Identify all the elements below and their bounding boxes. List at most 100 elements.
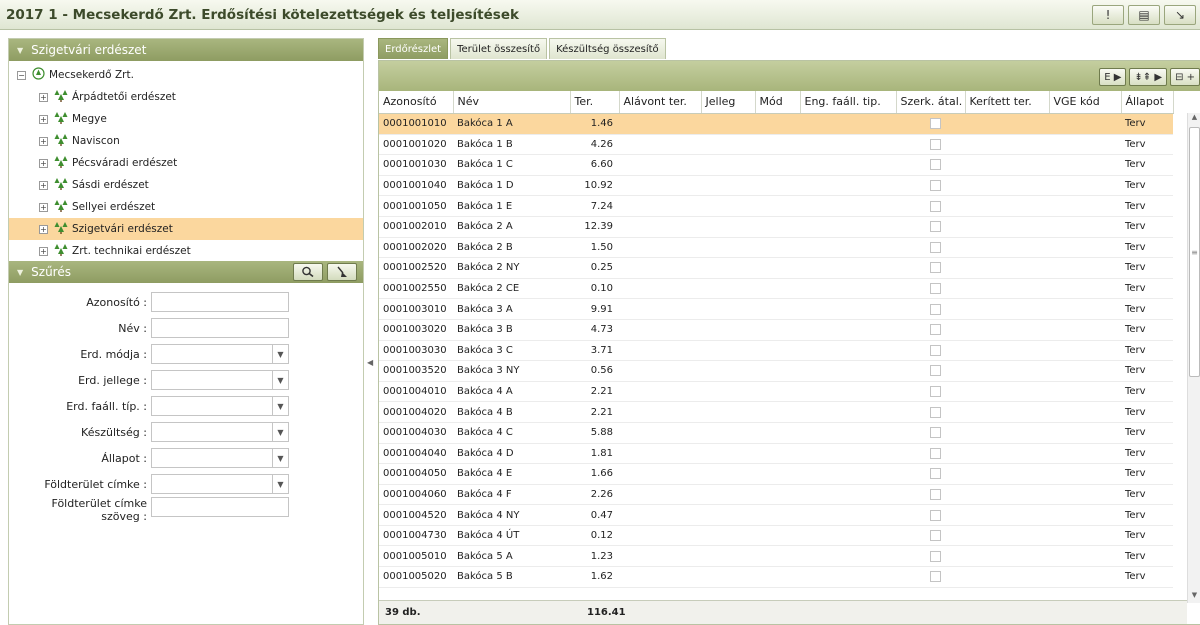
collapse-arrow-icon[interactable]: ▼ — [17, 268, 23, 277]
filter-select[interactable]: ▼ — [151, 422, 289, 442]
table-row[interactable]: 0001004520 Bakóca 4 NY 0.47 Terv — [379, 504, 1173, 526]
table-row[interactable]: 0001002520 Bakóca 2 NY 0.25 Terv — [379, 257, 1173, 279]
tree-panel-header[interactable]: ▼ Szigetvári erdészet — [9, 39, 363, 61]
checkbox[interactable] — [930, 530, 941, 542]
checkbox[interactable] — [930, 344, 941, 356]
filter-select[interactable]: ▼ — [151, 474, 289, 494]
filter-panel-header[interactable]: ▼ Szűrés — [9, 261, 363, 283]
dropdown-arrow-icon[interactable]: ▼ — [272, 475, 288, 493]
column-header[interactable]: Állapot — [1121, 91, 1174, 114]
column-header[interactable]: Név — [453, 91, 571, 114]
table-row[interactable]: 0001003030 Bakóca 3 C 3.71 Terv — [379, 340, 1173, 362]
tree-item[interactable]: + Naviscon — [9, 130, 363, 152]
checkbox[interactable] — [930, 406, 941, 418]
dropdown-arrow-icon[interactable]: ▼ — [272, 371, 288, 389]
checkbox[interactable] — [930, 427, 941, 439]
search-button[interactable] — [293, 263, 323, 281]
filter-select[interactable]: ▼ — [151, 448, 289, 468]
filter-input[interactable] — [151, 292, 289, 312]
table-row[interactable]: 0001002020 Bakóca 2 B 1.50 Terv — [379, 237, 1173, 259]
checkbox[interactable] — [930, 488, 941, 500]
checkbox[interactable] — [930, 509, 941, 521]
checkbox[interactable] — [930, 283, 941, 295]
checkbox[interactable] — [930, 571, 941, 583]
tree-item[interactable]: + Pécsváradi erdészet — [9, 152, 363, 174]
table-row[interactable]: 0001004730 Bakóca 4 ÚT 0.12 Terv — [379, 525, 1173, 547]
checkbox[interactable] — [930, 262, 941, 274]
checkbox[interactable] — [930, 241, 941, 253]
checkbox[interactable] — [930, 303, 941, 315]
clear-filter-button[interactable] — [327, 263, 357, 281]
column-header[interactable]: Kerített ter. — [965, 91, 1050, 114]
filter-input[interactable] — [151, 497, 289, 517]
dropdown-arrow-icon[interactable]: ▼ — [272, 397, 288, 415]
tab[interactable]: Készültség összesítő — [549, 38, 666, 59]
checkbox[interactable] — [930, 365, 941, 377]
column-header[interactable]: Szerk. átal. — [896, 91, 966, 114]
table-row[interactable]: 0001001030 Bakóca 1 C 6.60 Terv — [379, 154, 1173, 176]
column-header[interactable]: Mód — [755, 91, 801, 114]
table-row[interactable]: 0001001010 Bakóca 1 A 1.46 Terv — [379, 113, 1173, 135]
checkbox[interactable] — [930, 324, 941, 336]
checkbox[interactable] — [930, 550, 941, 562]
checkbox[interactable] — [930, 180, 941, 192]
table-row[interactable]: 0001002010 Bakóca 2 A 12.39 Terv — [379, 216, 1173, 238]
dropdown-arrow-icon[interactable]: ▼ — [272, 345, 288, 363]
panel-splitter[interactable]: ◀ — [366, 38, 374, 625]
export-button[interactable]: E ▶ — [1099, 68, 1127, 86]
checkbox[interactable] — [930, 221, 941, 233]
table-row[interactable]: 0001001020 Bakóca 1 B 4.26 Terv — [379, 134, 1173, 156]
checkbox[interactable] — [930, 200, 941, 212]
table-row[interactable]: 0001001050 Bakóca 1 E 7.24 Terv — [379, 195, 1173, 217]
filter-select[interactable]: ▼ — [151, 370, 289, 390]
scroll-down-icon[interactable]: ▼ — [1188, 591, 1200, 603]
collapse-icon[interactable]: − — [17, 70, 26, 80]
tab[interactable]: Erdőrészlet — [378, 38, 449, 59]
checkbox[interactable] — [930, 468, 941, 480]
checkbox[interactable] — [930, 159, 941, 171]
alert-button[interactable]: ! — [1092, 5, 1124, 25]
column-header[interactable]: VGE kód — [1049, 91, 1122, 114]
tab[interactable]: Terület összesítő — [450, 38, 548, 59]
tree-item[interactable]: + Zrt. technikai erdészet — [9, 240, 363, 262]
expand-icon[interactable]: + — [39, 224, 48, 234]
table-row[interactable]: 0001004020 Bakóca 4 B 2.21 Terv — [379, 401, 1173, 423]
checkbox[interactable] — [930, 447, 941, 459]
table-row[interactable]: 0001005010 Bakóca 5 A 1.23 Terv — [379, 545, 1173, 568]
expand-icon[interactable]: + — [39, 92, 48, 102]
tree-item[interactable]: + Szigetvári erdészet — [9, 218, 363, 240]
tree-item[interactable]: + Megye — [9, 108, 363, 130]
tree-item[interactable]: + Árpádtetői erdészet — [9, 86, 363, 108]
table-row[interactable]: 0001002550 Bakóca 2 CE 0.10 Terv — [379, 278, 1173, 300]
table-row[interactable]: 0001004060 Bakóca 4 F 2.26 Terv — [379, 484, 1173, 506]
tree-root[interactable]: − Mecsekerdő Zrt. — [9, 64, 363, 86]
table-row[interactable]: 0001003020 Bakóca 3 B 4.73 Terv — [379, 319, 1173, 341]
filter-input[interactable] — [151, 318, 289, 338]
checkbox[interactable] — [930, 386, 941, 398]
table-row[interactable]: 0001004030 Bakóca 4 C 5.88 Terv — [379, 422, 1173, 444]
tree-item[interactable]: + Sellyei erdészet — [9, 196, 363, 218]
checkbox[interactable] — [930, 118, 941, 130]
checkbox[interactable] — [930, 138, 941, 150]
minimize-button[interactable]: ↘ — [1164, 5, 1196, 25]
table-row[interactable]: 0001003520 Bakóca 3 NY 0.56 Terv — [379, 360, 1173, 382]
scroll-up-icon[interactable]: ▲ — [1188, 113, 1200, 125]
collapse-left-icon[interactable]: ◀ — [367, 358, 373, 367]
expand-icon[interactable]: + — [39, 114, 48, 124]
collapse-arrow-icon[interactable]: ▼ — [17, 46, 23, 55]
column-header[interactable]: Alávont ter. — [619, 91, 702, 114]
sort-button[interactable]: ⇟⇞ ▶ — [1129, 68, 1168, 86]
scroll-thumb[interactable]: ≡ — [1189, 127, 1200, 377]
dropdown-arrow-icon[interactable]: ▼ — [272, 449, 288, 467]
table-row[interactable]: 0001004040 Bakóca 4 D 1.81 Terv — [379, 443, 1173, 465]
table-row[interactable]: 0001004010 Bakóca 4 A 2.21 Terv — [379, 381, 1173, 403]
column-header[interactable]: Eng. faáll. tip. — [800, 91, 897, 114]
expand-icon[interactable]: + — [39, 246, 48, 256]
column-header[interactable]: Ter. — [570, 91, 620, 114]
expand-icon[interactable]: + — [39, 202, 48, 212]
table-row[interactable]: 0001004050 Bakóca 4 E 1.66 Terv — [379, 463, 1173, 485]
expand-icon[interactable]: + — [39, 136, 48, 146]
tree-item[interactable]: + Sásdi erdészet — [9, 174, 363, 196]
table-row[interactable]: 0001005020 Bakóca 5 B 1.62 Terv — [379, 566, 1173, 588]
add-comment-button[interactable]: ⊟ + — [1170, 68, 1200, 86]
